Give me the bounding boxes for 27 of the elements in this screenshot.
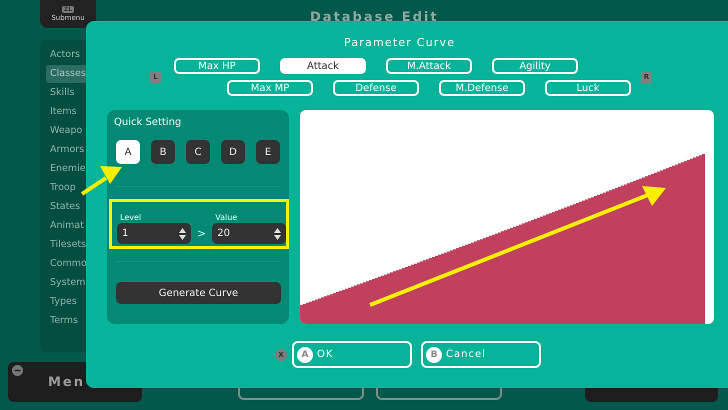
panel-title: Quick Setting <box>114 117 182 128</box>
value-field[interactable]: 20 <box>212 223 286 244</box>
generate-button[interactable]: Generate Curve <box>116 282 281 304</box>
dialog-title: Parameter Curve <box>344 36 456 49</box>
tab[interactable]: Agility <box>492 58 578 74</box>
tab[interactable]: M.Defense <box>439 80 525 96</box>
preset-button[interactable]: A <box>116 140 140 164</box>
dialog-button[interactable]: A OK <box>292 341 412 368</box>
tab[interactable]: Luck <box>545 80 631 96</box>
spinner-icon[interactable] <box>179 228 186 240</box>
minus-icon <box>12 365 23 376</box>
spinner-icon[interactable] <box>274 228 282 240</box>
preset-button[interactable]: C <box>186 140 210 164</box>
preset-button[interactable]: B <box>151 140 175 164</box>
level-field[interactable]: 1 <box>117 223 191 244</box>
page-title: Database Edit <box>310 10 439 27</box>
field-label: Level <box>120 213 142 222</box>
preset-button[interactable]: D <box>221 140 245 164</box>
field-label: Value <box>215 213 238 222</box>
tab[interactable]: Defense <box>333 80 419 96</box>
tab[interactable]: M.Attack <box>386 58 472 74</box>
tab[interactable]: Attack <box>280 58 366 74</box>
separator: > <box>197 227 206 240</box>
dialog-button[interactable]: B Cancel <box>421 341 541 368</box>
tab[interactable]: Max HP <box>174 58 260 74</box>
tab[interactable]: Max MP <box>227 80 313 96</box>
preset-button[interactable]: E <box>256 140 280 164</box>
